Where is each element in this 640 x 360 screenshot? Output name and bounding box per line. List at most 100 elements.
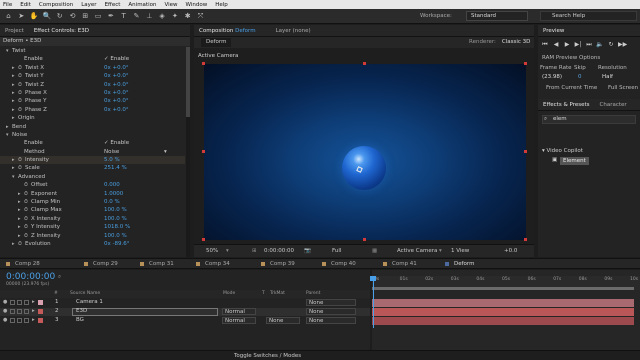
eraser-icon[interactable]: ◈	[158, 12, 167, 21]
anchor-point-icon[interactable]	[356, 166, 363, 173]
disclosure-triangle-icon[interactable]: ▸	[18, 206, 21, 214]
stopwatch-icon[interactable]: ⏱	[18, 64, 22, 72]
timeline-tab-comp-29[interactable]: Comp 29	[84, 261, 118, 267]
renderer-control[interactable]: Renderer: Classic 3D	[469, 39, 530, 45]
mask-rect-icon[interactable]: ▭	[94, 12, 103, 21]
audio-toggle[interactable]	[10, 318, 15, 323]
roto-icon[interactable]: ✦	[170, 12, 179, 21]
lock-toggle[interactable]	[24, 309, 29, 314]
effect-property-value[interactable]: 251.4 %	[104, 164, 127, 172]
effect-property-row[interactable]: Method Noise ▾	[0, 148, 185, 156]
layer-label-color[interactable]	[38, 300, 43, 305]
effect-property-row[interactable]: Enable ✓ Enable	[0, 55, 185, 63]
bounding-handle[interactable]	[363, 238, 366, 241]
current-time-indicator-head[interactable]	[370, 276, 376, 281]
effect-property-value[interactable]: 0x +0.0°	[104, 97, 129, 105]
loop-icon[interactable]: ↻	[607, 41, 615, 49]
effect-property-value[interactable]: 1018.0 %	[104, 223, 130, 231]
effect-property-row[interactable]: ▸ ⏱ Scale 251.4 %	[0, 164, 185, 172]
audio-toggle[interactable]	[10, 300, 15, 305]
disclosure-triangle-icon[interactable]: ▾	[12, 173, 15, 181]
timeline-tab-comp-34[interactable]: Comp 34	[196, 261, 230, 267]
camera-dropdown-icon[interactable]: ▾	[439, 248, 442, 254]
effect-property-value[interactable]: 0x +0.0°	[104, 64, 129, 72]
effect-property-row[interactable]: ▸ ⏱ Phase Z 0x +0.0°	[0, 106, 185, 114]
disclosure-triangle-icon[interactable]: ▸	[18, 215, 21, 223]
lock-toggle[interactable]	[24, 300, 29, 305]
effect-property-row[interactable]: ▸ ⏱ Clamp Min 0.0 %	[0, 198, 185, 206]
play-icon[interactable]: ▶	[563, 41, 571, 49]
effect-property-row[interactable]: ▸ ⏱ Y Intensity 1018.0 %	[0, 223, 185, 231]
layer-trkmat-select[interactable]: None	[266, 317, 300, 324]
effect-property-value[interactable]: 100.0 %	[104, 206, 127, 214]
view-layout-select[interactable]: 1 View	[451, 248, 469, 254]
disclosure-triangle-icon[interactable]: ▸	[6, 123, 9, 131]
layer-duration-bar[interactable]	[372, 308, 634, 316]
ram-preview-icon[interactable]: ▶▶	[618, 41, 627, 49]
disclosure-triangle-icon[interactable]: ▸	[18, 198, 21, 206]
layer-search-icon[interactable]: ⌕	[58, 274, 61, 281]
menu-item-edit[interactable]: Edit	[20, 2, 31, 8]
disclosure-triangle-icon[interactable]: ▸	[12, 164, 15, 172]
effect-property-row[interactable]: ▸ ⏱ Evolution 0x -89.6°	[0, 240, 185, 248]
tab-composition[interactable]: Composition Deform	[194, 28, 261, 34]
stopwatch-icon[interactable]: ⏱	[18, 106, 22, 114]
effect-property-value[interactable]: ✓ Enable	[104, 55, 129, 63]
visibility-toggle[interactable]: ●	[3, 309, 8, 314]
timeline-tab-comp-28[interactable]: Comp 28	[6, 261, 40, 267]
effect-property-value[interactable]: 0.0 %	[104, 198, 120, 206]
layer-mode-select[interactable]: Normal	[222, 308, 256, 315]
bounding-handle[interactable]	[202, 238, 205, 241]
resolution-select[interactable]: Half	[602, 74, 613, 80]
stopwatch-icon[interactable]: ⏱	[24, 181, 28, 189]
camera-select[interactable]: Active Camera	[397, 248, 437, 254]
tab-effects-presets[interactable]: Effects & Presets	[538, 102, 595, 108]
stopwatch-icon[interactable]: ⏱	[24, 190, 28, 198]
current-time-indicator[interactable]	[373, 276, 374, 328]
comp-subtab-deform[interactable]: Deform	[201, 38, 232, 47]
effect-property-row[interactable]: ▸ ⏱ Z Intensity 100.0 %	[0, 232, 185, 240]
stopwatch-icon[interactable]: ⏱	[18, 240, 22, 248]
work-area-bar[interactable]	[372, 287, 634, 290]
layer-label-color[interactable]	[38, 318, 43, 323]
rotate-icon[interactable]: ↻	[55, 12, 64, 21]
effect-property-row[interactable]: ▸ ⏱ Exponent 1.0000	[0, 190, 185, 198]
bounding-handle[interactable]	[202, 150, 205, 153]
layer-name[interactable]: E3D	[76, 308, 87, 314]
layer-expand-icon[interactable]: ▸	[32, 308, 35, 314]
layer-row[interactable]: ● ▸ 2 E3D Normal None	[0, 308, 370, 316]
stopwatch-icon[interactable]: ⏱	[18, 164, 22, 172]
type-icon[interactable]: T	[119, 12, 128, 21]
layer-label-color[interactable]	[38, 309, 43, 314]
tab-effect-controls[interactable]: Effect Controls: E3D	[29, 28, 94, 34]
audio-toggle[interactable]	[10, 309, 15, 314]
solo-toggle[interactable]	[17, 309, 22, 314]
disclosure-triangle-icon[interactable]: ▸	[12, 81, 15, 89]
solo-toggle[interactable]	[17, 318, 22, 323]
effect-property-value[interactable]: 0x +0.0°	[104, 81, 129, 89]
disclosure-triangle-icon[interactable]: ▸	[12, 97, 15, 105]
effect-property-value[interactable]: 100.0 %	[104, 232, 127, 240]
effect-property-row[interactable]: ▸ ⏱ Phase X 0x +0.0°	[0, 89, 185, 97]
full-screen-checkbox[interactable]: Full Screen	[608, 85, 638, 91]
puppet-icon[interactable]: ✱	[183, 12, 192, 21]
effect-controls-scrollbar[interactable]	[186, 47, 190, 257]
effect-property-value[interactable]: 0x -89.6°	[104, 240, 129, 248]
disclosure-triangle-icon[interactable]: ▸	[12, 106, 15, 114]
layer-name-box[interactable]	[72, 308, 218, 316]
stopwatch-icon[interactable]: ⏱	[18, 72, 22, 80]
zoom-select[interactable]: 50%	[206, 248, 218, 254]
effect-property-value[interactable]: Noise	[104, 148, 119, 156]
menu-item-composition[interactable]: Composition	[39, 2, 73, 8]
zoom-icon[interactable]: 🔍	[42, 12, 52, 21]
layer-mode-select[interactable]: Normal	[222, 317, 256, 324]
effect-property-value[interactable]: 1.0000	[104, 190, 123, 198]
layer-duration-bar[interactable]	[372, 299, 634, 307]
stopwatch-icon[interactable]: ⏱	[24, 198, 28, 206]
transparency-grid-icon[interactable]: ▦	[372, 248, 377, 254]
menu-item-layer[interactable]: Layer	[81, 2, 96, 8]
effect-property-row[interactable]: ▸ ⏱ Twist X 0x +0.0°	[0, 64, 185, 72]
effect-element-item[interactable]: Element	[560, 157, 589, 165]
snapshot-icon[interactable]: 📷	[304, 248, 311, 254]
menu-item-window[interactable]: Window	[186, 2, 208, 8]
